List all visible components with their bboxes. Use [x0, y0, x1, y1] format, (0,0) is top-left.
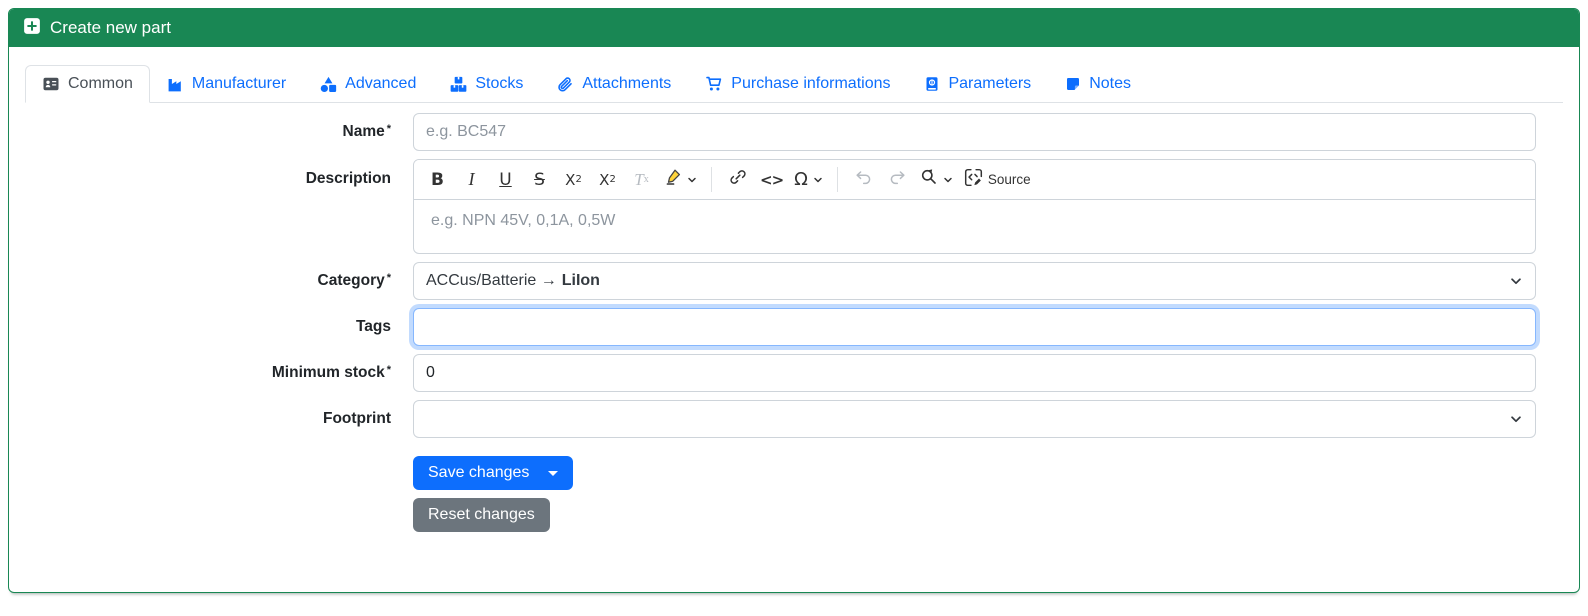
strikethrough-button[interactable]: S — [524, 165, 555, 195]
factory-icon — [167, 76, 184, 93]
address-card-icon — [42, 76, 60, 92]
toolbar-separator — [836, 167, 838, 192]
tab-label: Attachments — [582, 75, 672, 92]
undo-icon — [854, 169, 873, 191]
shopping-cart-icon — [705, 76, 723, 92]
form-actions: Save changes Reset changes — [413, 456, 1563, 532]
description-editable[interactable]: e.g. NPN 45V, 0,1A, 0,5W — [414, 200, 1535, 253]
superscript-button[interactable]: X2 — [592, 165, 623, 195]
tab-label: Parameters — [948, 75, 1032, 92]
category-value-selected: LiIon — [561, 272, 600, 289]
save-changes-label: Save changes — [428, 464, 530, 481]
tab-stocks[interactable]: Stocks — [433, 65, 540, 103]
tab-label: Advanced — [345, 75, 417, 92]
chevron-down-icon — [687, 170, 697, 190]
name-row: Name * — [25, 113, 1536, 151]
page-title: Create new part — [50, 18, 171, 37]
tags-row: Tags — [25, 308, 1536, 346]
category-value-path: ACCus/Batterie → — [426, 272, 557, 289]
omega-icon: Ω — [794, 169, 808, 190]
create-part-card: Create new part Common Manufacturer Adva… — [8, 8, 1580, 593]
link-icon — [729, 168, 747, 191]
save-changes-button[interactable]: Save changes — [413, 456, 574, 490]
plus-square-icon — [23, 17, 41, 40]
undo-button[interactable] — [848, 165, 879, 195]
highlight-button[interactable] — [660, 165, 701, 195]
tab-label: Manufacturer — [191, 75, 287, 92]
footprint-label: Footprint — [322, 409, 391, 427]
rich-text-editor: B I U S X2 X2 Tx <> Ω Source e.g. NPN 45… — [413, 159, 1536, 254]
chevron-down-icon — [1509, 412, 1523, 426]
description-row: Description B I U S X2 X2 Tx <> Ω Source… — [25, 159, 1536, 254]
editor-toolbar: B I U S X2 X2 Tx <> Ω Source — [414, 160, 1535, 200]
find-replace-button[interactable] — [916, 165, 957, 195]
code-button[interactable]: <> — [756, 165, 787, 195]
source-label: Source — [987, 172, 1031, 187]
redo-icon — [888, 169, 907, 191]
bold-button[interactable]: B — [422, 165, 453, 195]
tab-notes[interactable]: Notes — [1048, 65, 1148, 103]
remove-format-button[interactable]: Tx — [626, 165, 657, 195]
tab-label: Purchase informations — [731, 75, 891, 92]
tab-bar: Common Manufacturer Advanced Stocks Atta… — [25, 65, 1563, 103]
chevron-down-icon — [813, 170, 823, 190]
tab-common[interactable]: Common — [25, 65, 150, 103]
chevron-down-icon — [943, 170, 953, 190]
name-input[interactable] — [413, 113, 1536, 151]
italic-button[interactable]: I — [456, 165, 487, 195]
tags-label: Tags — [355, 317, 391, 335]
footprint-select[interactable] — [413, 400, 1536, 438]
tags-input[interactable] — [413, 308, 1536, 346]
category-row: Category * ACCus/Batterie → LiIon — [25, 262, 1536, 300]
find-replace-icon — [920, 168, 938, 191]
name-label: Name * — [342, 122, 392, 140]
footprint-row: Footprint — [25, 400, 1536, 438]
common-tab-form: Name* Description B I U S X2 — [25, 113, 1563, 532]
subscript-button[interactable]: X2 — [558, 165, 589, 195]
link-button[interactable] — [722, 165, 753, 195]
reset-changes-label: Reset changes — [428, 506, 535, 523]
minimum-stock-input[interactable] — [413, 354, 1536, 392]
tab-parameters[interactable]: Parameters — [907, 65, 1048, 103]
paperclip-icon — [557, 76, 574, 93]
tab-manufacturer[interactable]: Manufacturer — [150, 65, 303, 103]
minimum-stock-label: Minimum stock * — [271, 363, 391, 381]
source-icon — [964, 168, 983, 192]
category-label: Category * — [317, 271, 391, 289]
highlighter-icon — [664, 168, 682, 191]
tab-label: Common — [68, 75, 133, 92]
tab-label: Stocks — [475, 75, 524, 92]
shapes-icon — [320, 76, 337, 93]
tab-purchase-informations[interactable]: Purchase informations — [688, 65, 907, 103]
card-header: Create new part — [9, 9, 1579, 47]
boxes-stacked-icon — [450, 76, 467, 93]
underline-button[interactable]: U — [490, 165, 521, 195]
book-atlas-icon — [924, 76, 940, 93]
description-label: Description — [305, 170, 391, 187]
tab-label: Notes — [1089, 75, 1131, 92]
tab-advanced[interactable]: Advanced — [303, 65, 433, 103]
redo-button[interactable] — [882, 165, 913, 195]
source-button[interactable]: Source — [960, 165, 1035, 195]
reset-changes-button[interactable]: Reset changes — [413, 498, 550, 532]
category-select[interactable]: ACCus/Batterie → LiIon — [413, 262, 1536, 300]
chevron-down-icon — [1509, 274, 1523, 288]
sticky-note-icon — [1065, 76, 1081, 92]
minimum-stock-row: Minimum stock * — [25, 354, 1536, 392]
tab-attachments[interactable]: Attachments — [540, 65, 688, 103]
toolbar-separator — [711, 167, 712, 192]
caret-down-icon — [548, 470, 559, 476]
special-characters-button[interactable]: Ω — [790, 165, 827, 195]
